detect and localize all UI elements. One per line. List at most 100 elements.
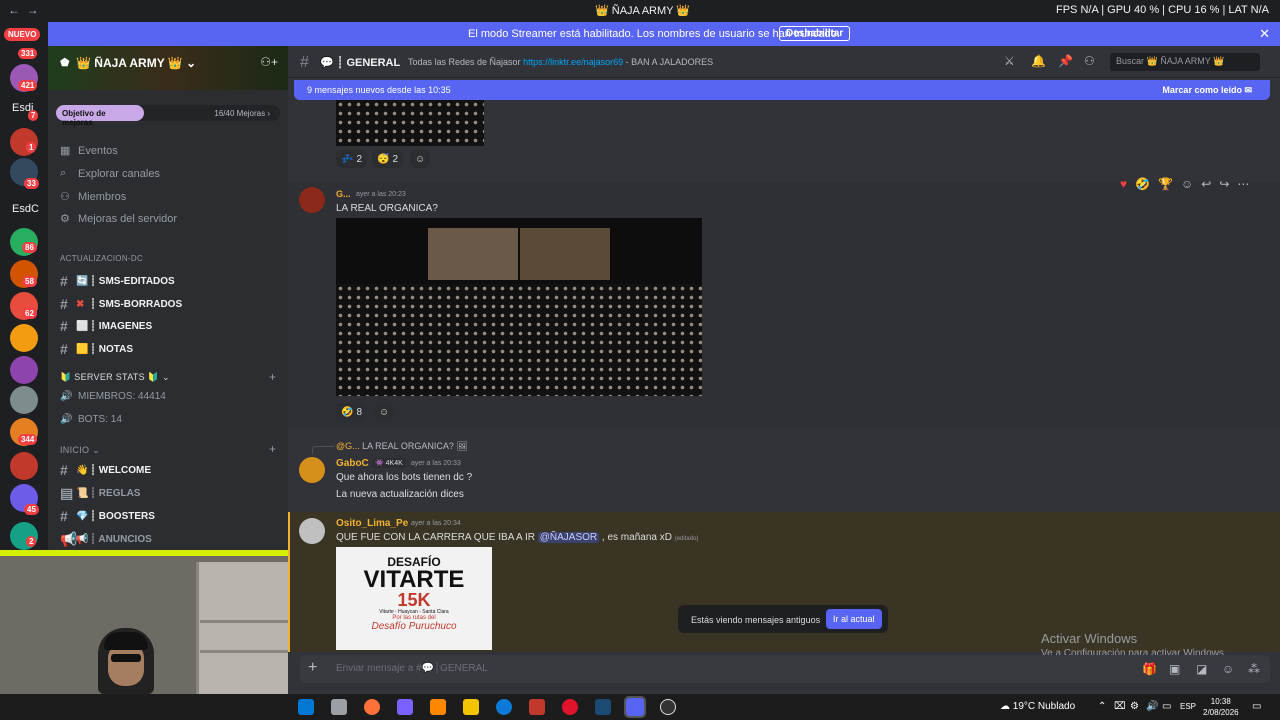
forward-icon[interactable]: ↪ bbox=[1219, 177, 1229, 191]
nav-arrows[interactable]: ← → bbox=[8, 3, 39, 17]
firefox-icon[interactable] bbox=[364, 699, 380, 715]
add-reaction-icon[interactable]: ☺ bbox=[1181, 177, 1193, 191]
discord-icon[interactable] bbox=[624, 696, 646, 718]
category-server-stats[interactable]: 🔰 SERVER STATS 🔰 ⌄ bbox=[60, 372, 170, 383]
close-icon[interactable]: ✕ bbox=[1259, 26, 1270, 42]
race-poster-image[interactable]: DESAFÍO VITARTE 15K Vitarte - Huaycan - … bbox=[336, 547, 492, 650]
add-channel-icon[interactable]: + bbox=[269, 370, 276, 384]
tray-icon[interactable]: ⌧ bbox=[1114, 701, 1126, 712]
message-image[interactable] bbox=[336, 218, 702, 396]
taskbar-app-icon[interactable] bbox=[397, 699, 413, 715]
channel-sms-borrados[interactable]: # ✖ ┊ SMS-BORRADOS bbox=[60, 296, 182, 312]
category-actualizacion[interactable]: ACTUALIZACION-DC bbox=[60, 254, 143, 263]
server-icon[interactable] bbox=[10, 324, 38, 352]
edge-icon[interactable] bbox=[496, 699, 512, 715]
message-input-bar: + Enviar mensaje a #💬┊GENERAL 🎁 ▣ ◪ ☺ ⁂ bbox=[300, 655, 1270, 683]
activation-watermark: Activar Windows bbox=[1041, 631, 1138, 646]
message-author[interactable]: GaboC bbox=[336, 458, 369, 469]
channel-topic: Todas las Redes de Ñajasor https://linkt… bbox=[408, 57, 714, 67]
nav-events[interactable]: ▦ Eventos bbox=[60, 144, 118, 158]
sticker-icon[interactable]: ◪ bbox=[1196, 662, 1207, 676]
boost-goal-bar[interactable]: Objetivo de mejoras 16/40 Mejoras › bbox=[56, 105, 280, 127]
channel-notas[interactable]: # 🟨 ┊ NOTAS bbox=[60, 341, 133, 357]
add-attachment-icon[interactable]: + bbox=[308, 659, 317, 677]
nav-explore[interactable]: ⌕ Explorar canales bbox=[60, 167, 160, 180]
avatar[interactable] bbox=[299, 518, 325, 544]
add-reaction-button[interactable]: ☺ bbox=[410, 150, 431, 168]
tray-icon[interactable]: ▭ bbox=[1162, 701, 1171, 712]
server-text-esdc[interactable]: EsdC bbox=[12, 203, 39, 215]
speaker-icon: 🔊 bbox=[60, 414, 73, 425]
vlc-icon[interactable] bbox=[430, 699, 446, 715]
emoji-icon[interactable]: ☺ bbox=[1222, 662, 1234, 676]
trophy-react-icon[interactable]: 🏆 bbox=[1158, 177, 1173, 191]
message-text: La nueva actualización dices bbox=[336, 489, 464, 500]
avatar[interactable] bbox=[299, 457, 325, 483]
tray-icon[interactable]: ⚙ bbox=[1130, 701, 1139, 712]
members-list-icon[interactable]: ⚇ bbox=[1084, 54, 1095, 68]
webcam-overlay bbox=[0, 550, 288, 694]
apps-icon[interactable]: ⁂ bbox=[1248, 662, 1260, 676]
gift-icon[interactable]: 🎁 bbox=[1142, 662, 1157, 676]
explorer-icon[interactable] bbox=[463, 699, 479, 715]
heart-react-icon[interactable]: ♥ bbox=[1120, 177, 1127, 191]
pin-icon[interactable]: 📌 bbox=[1058, 54, 1073, 68]
search-input[interactable]: Buscar 👑 ÑAJA ARMY 👑 bbox=[1110, 53, 1260, 71]
user-mention[interactable]: @ÑAJASOR bbox=[537, 532, 600, 543]
category-inicio[interactable]: INICIO ⌄ bbox=[60, 445, 100, 456]
avatar[interactable] bbox=[299, 187, 325, 213]
disable-streamer-button[interactable]: Deshabilitar bbox=[779, 26, 851, 41]
add-reaction-button[interactable]: ☺ bbox=[374, 403, 395, 421]
channel-anuncios[interactable]: 📢 📢 ┊ ANUNCIOS bbox=[60, 531, 152, 548]
reaction[interactable]: 😴 2 bbox=[372, 150, 404, 168]
obs-icon[interactable] bbox=[660, 699, 676, 715]
streamer-mode-banner: El modo Streamer está habilitado. Los no… bbox=[48, 22, 1280, 46]
taskbar-app-icon[interactable] bbox=[298, 699, 314, 715]
members-icon: ⚇ bbox=[60, 191, 70, 203]
steam-icon[interactable] bbox=[595, 699, 611, 715]
message-author[interactable]: Osito_Lima_Pe bbox=[336, 518, 408, 529]
message-image[interactable] bbox=[336, 100, 484, 146]
new-messages-bar[interactable]: 9 mensajes nuevos desde las 10:35 Marcar… bbox=[294, 80, 1270, 100]
reaction[interactable]: 🤣 8 bbox=[336, 403, 368, 421]
channel-imagenes[interactable]: # ⬜ ┊ IMAGENES bbox=[60, 318, 152, 334]
message-actions: ♥ 🤣 🏆 ☺ ↩ ↪ ⋯ bbox=[1120, 177, 1249, 191]
server-icon[interactable] bbox=[10, 356, 38, 384]
reply-icon[interactable]: ↩ bbox=[1201, 177, 1211, 191]
threads-icon[interactable]: ⚔ bbox=[1004, 54, 1015, 68]
channel-reglas[interactable]: ▤ 📜 ┊ REGLAS bbox=[60, 485, 140, 502]
reaction[interactable]: 💤 2 bbox=[336, 150, 368, 168]
opera-icon[interactable] bbox=[562, 699, 578, 715]
language-indicator[interactable]: ESP bbox=[1180, 702, 1196, 711]
voice-stat-members[interactable]: 🔊 MIEMBROS: 44414 bbox=[60, 391, 166, 402]
nav-members[interactable]: ⚇ Miembros bbox=[60, 190, 126, 204]
notification-icon[interactable]: ▭ bbox=[1252, 701, 1261, 712]
tray-chevron-icon[interactable]: ⌃ bbox=[1098, 701, 1106, 712]
guild-header[interactable]: ⬟ 👑 ÑAJA ARMY 👑 ⌄ ⚇+ bbox=[48, 46, 288, 90]
guild-icon: ⬟ bbox=[60, 57, 70, 69]
message-author[interactable]: G... bbox=[336, 189, 351, 199]
taskbar-app-icon[interactable] bbox=[331, 699, 347, 715]
volume-icon[interactable]: 🔊 bbox=[1146, 701, 1158, 712]
channel-welcome[interactable]: # 👋 ┊ WELCOME bbox=[60, 462, 151, 478]
nav-boosts[interactable]: ⚙ Mejoras del servidor bbox=[60, 212, 177, 226]
jump-present-button[interactable]: Ir al actual bbox=[826, 609, 882, 629]
weather-widget[interactable]: ☁ 19°C Nublado bbox=[1000, 701, 1075, 712]
clock[interactable]: 10:38 2/08/2026 bbox=[1203, 696, 1239, 718]
server-icon[interactable] bbox=[10, 452, 38, 480]
invite-icon[interactable]: ⚇+ bbox=[260, 55, 278, 69]
message-input[interactable]: Enviar mensaje a #💬┊GENERAL bbox=[336, 663, 488, 674]
add-channel-icon[interactable]: + bbox=[269, 442, 276, 456]
channel-boosters[interactable]: # 💎 ┊ BOOSTERS bbox=[60, 508, 155, 524]
taskbar-app-icon[interactable] bbox=[529, 699, 545, 715]
mark-read-button[interactable]: Marcar como leído ✉ bbox=[1162, 85, 1252, 96]
laugh-react-icon[interactable]: 🤣 bbox=[1135, 177, 1150, 191]
server-icon[interactable] bbox=[10, 386, 38, 414]
channel-sms-editados[interactable]: # 🔄 ┊ SMS-EDITADOS bbox=[60, 273, 175, 289]
gif-icon[interactable]: ▣ bbox=[1169, 662, 1180, 676]
topic-link[interactable]: https://linktr.ee/najasor69 bbox=[523, 57, 623, 67]
bell-icon[interactable]: 🔔 bbox=[1031, 54, 1046, 68]
voice-stat-bots[interactable]: 🔊 BOTS: 14 bbox=[60, 414, 122, 425]
reply-preview[interactable]: @G... LA REAL ORGANICA? 🖼 bbox=[336, 441, 468, 452]
more-icon[interactable]: ⋯ bbox=[1237, 177, 1249, 191]
